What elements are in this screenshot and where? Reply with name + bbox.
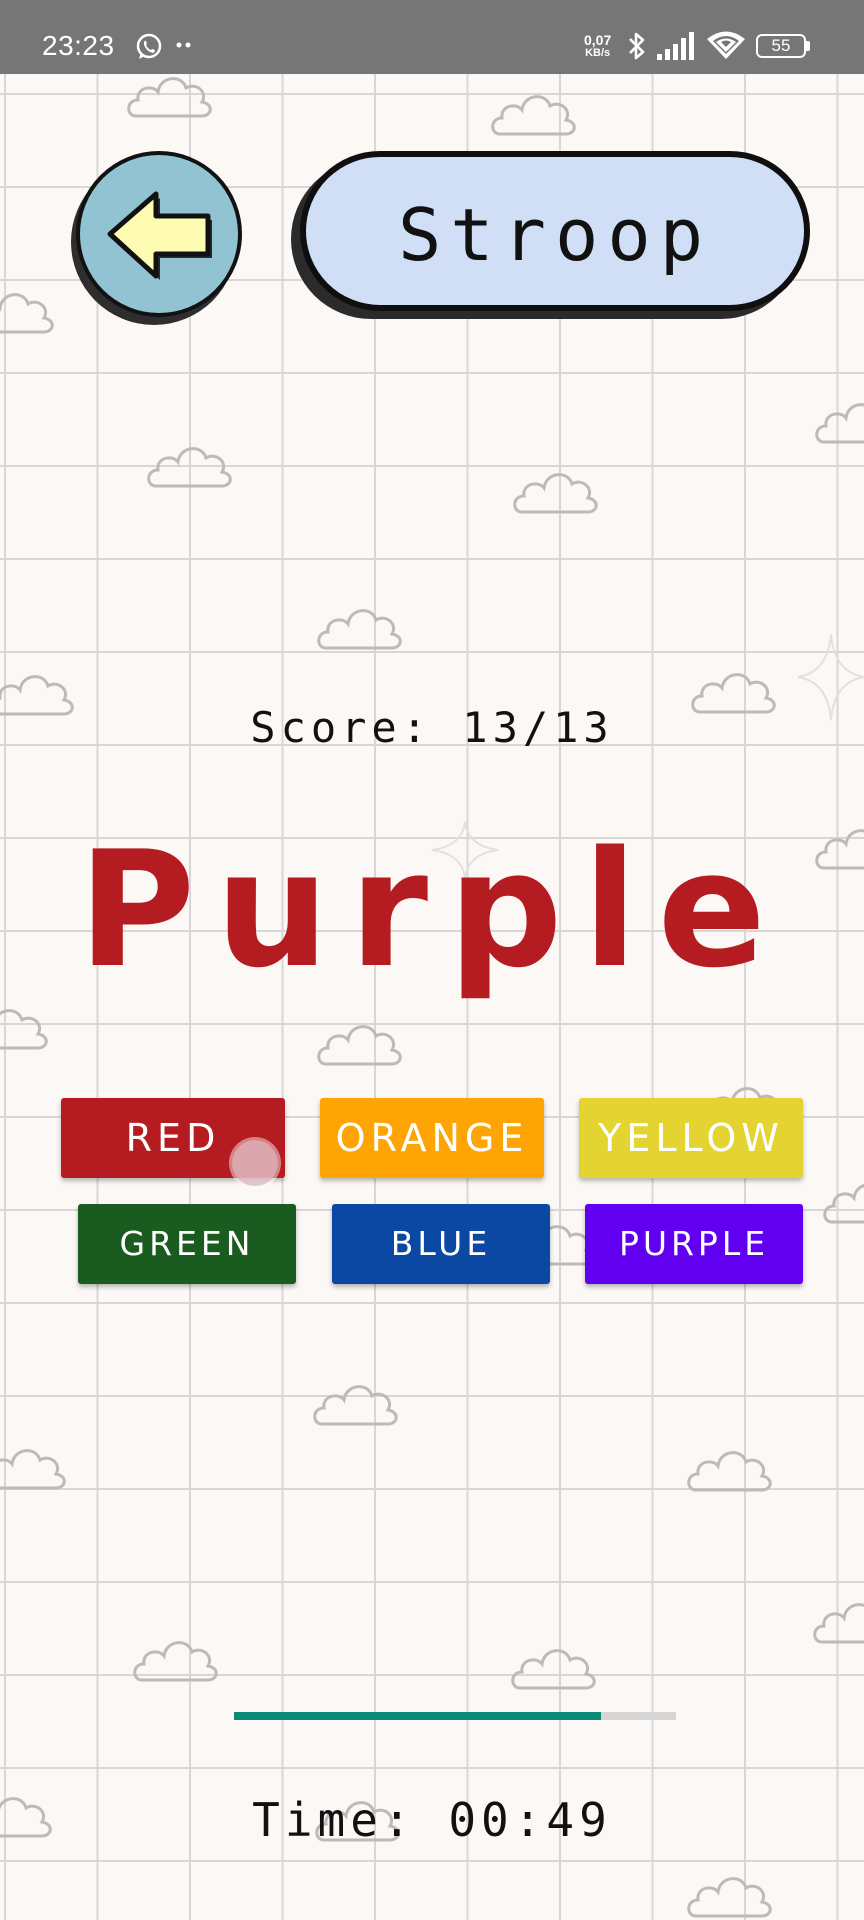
time-progress-bar xyxy=(234,1712,676,1720)
title-banner: Stroop xyxy=(300,151,810,311)
cloud-icon xyxy=(823,1184,864,1224)
status-bar: 23:23 0,07 KB/s 55 xyxy=(0,0,864,74)
cloud-icon xyxy=(813,1603,864,1644)
time-progress-fill xyxy=(234,1712,601,1720)
option-purple-button[interactable]: PURPLE xyxy=(585,1204,803,1284)
arrow-left-icon xyxy=(107,191,212,280)
battery-level: 55 xyxy=(771,36,791,55)
score-label: Score: 13/13 xyxy=(250,703,614,752)
option-yellow-button[interactable]: YELLOW xyxy=(579,1098,803,1178)
bluetooth-icon xyxy=(629,32,645,60)
stimulus-word: Purple xyxy=(78,816,786,1003)
cloud-icon xyxy=(147,447,232,488)
stroop-game-screen: 23:23 0,07 KB/s 55 Stroop Score: 13/13 P… xyxy=(0,0,864,1920)
more-dots-icon xyxy=(176,42,191,48)
whatsapp-icon xyxy=(136,33,162,59)
signal-icon xyxy=(657,32,694,60)
network-speed: 0,07 KB/s xyxy=(584,33,611,59)
timer-label: Time: 00:49 xyxy=(252,1793,612,1847)
touch-indicator xyxy=(232,1140,278,1186)
status-time: 23:23 xyxy=(42,30,115,61)
cloud-icon xyxy=(133,1641,218,1682)
cloud-icon xyxy=(313,1385,398,1426)
option-blue-button[interactable]: BLUE xyxy=(332,1204,550,1284)
wifi-icon xyxy=(707,31,745,59)
option-green-button[interactable]: GREEN xyxy=(78,1204,296,1284)
cloud-icon xyxy=(687,1877,772,1918)
cloud-icon xyxy=(0,1009,48,1050)
back-button[interactable] xyxy=(76,151,242,317)
cloud-icon xyxy=(491,95,576,136)
page-title: Stroop xyxy=(397,193,713,277)
network-speed-value: 0,07 xyxy=(584,32,612,48)
cloud-icon xyxy=(0,293,54,334)
cloud-icon xyxy=(511,1649,596,1690)
network-speed-unit: KB/s xyxy=(585,47,611,59)
cloud-icon xyxy=(687,1451,772,1492)
option-orange-button[interactable]: ORANGE xyxy=(320,1098,544,1178)
cloud-icon xyxy=(317,1025,402,1066)
battery-tip xyxy=(806,41,810,51)
cloud-icon xyxy=(815,403,864,444)
cloud-icon xyxy=(317,609,402,650)
cloud-icon xyxy=(0,1449,66,1490)
cloud-icon xyxy=(513,473,598,514)
battery-icon: 55 xyxy=(756,34,806,58)
